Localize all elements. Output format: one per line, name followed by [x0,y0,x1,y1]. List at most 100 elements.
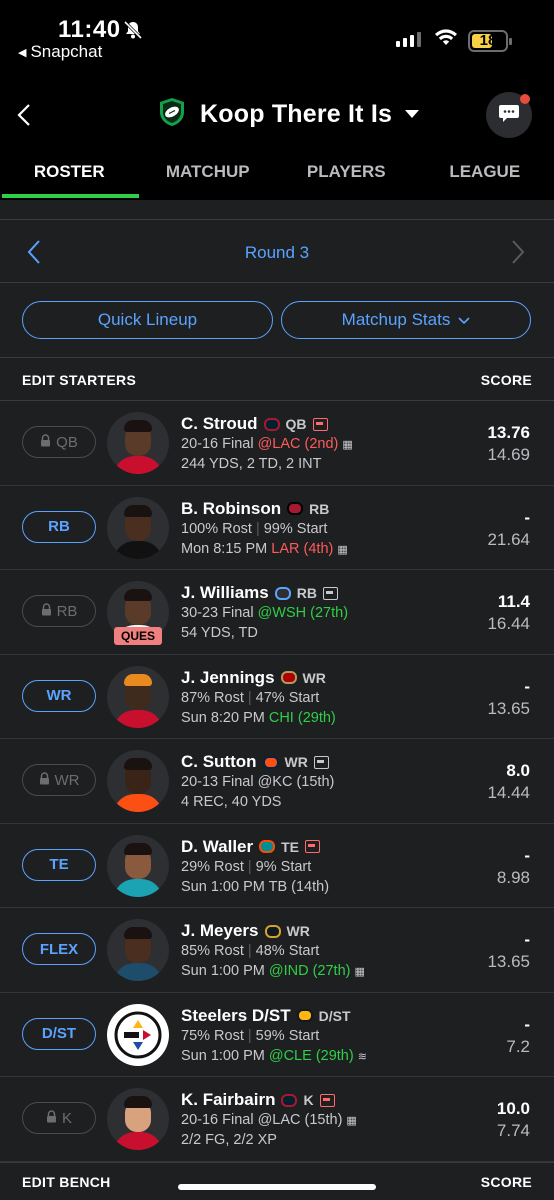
actual-score: 13.76 [487,423,530,442]
game-time: Mon 8:15 PM [181,540,268,557]
player-info-line: 87% Rost | 47% Start [181,690,319,706]
player-row[interactable]: WR J. Jennings WR 87% Rost | 47% Start Sun 8:2… [0,655,554,739]
player-name[interactable]: J. Meyers [181,921,259,941]
back-app-label: Snapchat [30,42,103,61]
next-round-chevron-icon[interactable] [510,239,526,270]
player-position: RB [296,585,317,601]
team-logo-icon [280,671,297,684]
slot-label: QB [56,433,78,451]
game-time: Sun 1:00 PM [181,878,265,895]
slot-k-button: K [22,1102,96,1134]
team-logo-icon [287,502,304,515]
back-to-app[interactable]: ◀ Snapchat [18,42,102,62]
tab-roster[interactable]: ROSTER [0,158,139,200]
player-name-line: J. Jennings WR [181,668,326,688]
actual-score: - [524,1014,530,1034]
score-column-title: SCORE [480,371,532,388]
player-info-line: 75% Rost | 59% Start [181,1028,319,1044]
player-name[interactable]: J. Jennings [181,668,275,688]
news-icon[interactable] [305,840,320,853]
slot-rb-button[interactable]: RB [22,510,96,543]
round-label[interactable]: Round 3 [0,243,554,263]
separator: | [247,858,252,875]
player-row[interactable]: D/ST Steelers D/ST D/ST 75% Rost | 59% Start S… [0,993,554,1077]
opponent: @LAC (15th) [257,1112,343,1128]
player-name-line: J. Meyers WR [181,921,310,941]
player-detail-line: 244 YDS, 2 TD, 2 INT [181,456,322,472]
player-detail-line: Sun 1:00 PM TB (14th) [181,879,329,895]
player-headshot[interactable] [107,1003,169,1066]
projected-score: 16.44 [487,614,530,633]
player-headshot[interactable] [107,496,169,559]
back-chevron-icon[interactable] [14,102,36,133]
game-result: 20-16 Final [181,1112,254,1128]
slot-dst-button[interactable]: D/ST [22,1017,96,1050]
starters-title: EDIT STARTERS [22,371,137,388]
player-headshot[interactable] [107,665,169,728]
player-position: RB [309,500,330,517]
player-detail-line: 2/2 FG, 2/2 XP [181,1132,277,1148]
quick-lineup-button[interactable]: Quick Lineup [22,301,273,339]
news-icon[interactable] [312,417,328,431]
slot-wr-button: WR [22,764,96,796]
player-row[interactable]: RB QUES J. Williams RB 30-23 Final @WSH (27t… [0,570,554,655]
tab-league[interactable]: LEAGUE [416,158,554,200]
stat-line: 4 REC, 40 YDS [181,794,282,810]
tab-bar: ROSTER MATCHUP PLAYERS LEAGUE [0,158,554,200]
league-selector[interactable]: Koop There It Is [156,96,420,133]
slot-flex-button[interactable]: FLEX [22,933,96,965]
separator: | [247,689,252,706]
player-row[interactable]: RB B. Robinson RB 100% Rost | 99% Start Mon 8:… [0,486,554,570]
battery-icon: 18 [468,30,512,52]
bench-title: EDIT BENCH [22,1173,111,1190]
player-name[interactable]: Steelers D/ST [181,1006,291,1026]
player-headshot[interactable] [107,919,169,981]
actual-score: 10.0 [496,1099,530,1118]
player-name[interactable]: K. Fairbairn [181,1090,275,1110]
notification-dot [520,94,530,104]
tab-matchup[interactable]: MATCHUP [139,158,278,200]
player-headshot[interactable] [107,412,169,474]
slot-te-button[interactable]: TE [22,848,96,881]
player-info-line: 100% Rost | 99% Start [181,521,327,537]
player-name[interactable]: D. Waller [181,837,253,857]
separator: | [247,1027,252,1044]
player-row[interactable]: WR C. Sutton WR 20-13 Final @KC (15th) 4 REC… [0,739,554,824]
player-name[interactable]: C. Sutton [181,752,257,772]
player-headshot[interactable] [107,750,169,812]
rostered-pct: 75% Rost [181,1027,244,1044]
app-header: Koop There It Is ROSTER MATCHUP PLAYERS … [0,70,554,200]
player-info-line: 20-16 Final @LAC (2nd) ▦ [181,436,353,452]
player-row[interactable]: QB C. Stroud QB 20-16 Final @LAC (2nd) ▦ 244 … [0,401,554,486]
started-pct: 99% Start [263,520,328,537]
started-pct: 47% Start [255,689,320,706]
news-icon[interactable] [319,1093,335,1107]
news-icon[interactable] [322,586,338,600]
team-logo-icon [263,417,280,431]
player-position: QB [285,416,307,432]
separator: | [247,943,252,959]
game-time: Sun 1:00 PM [181,963,265,979]
player-name[interactable]: B. Robinson [181,499,281,519]
tv-icon: ▦ [354,966,365,978]
player-info-line: 20-16 Final @LAC (15th) ▦ [181,1112,357,1128]
player-row[interactable]: FLEX J. Meyers WR 85% Rost | 48% Start Sun 1:0… [0,908,554,993]
player-name[interactable]: J. Williams [181,583,269,603]
rostered-pct: 100% Rost [181,520,252,537]
game-result: 20-13 Final [181,774,254,790]
tab-players[interactable]: PLAYERS [277,158,416,200]
opponent: TB (14th) [268,878,330,895]
projected-score: 14.69 [487,445,530,464]
tv-icon: ▦ [337,543,348,556]
chat-button[interactable] [486,92,532,138]
player-headshot[interactable] [107,834,169,897]
status-time: 11:40 [58,16,121,43]
divider [0,200,554,220]
slot-wr-button[interactable]: WR [22,679,96,712]
matchup-stats-button[interactable]: Matchup Stats [281,301,531,339]
player-row[interactable]: TE D. Waller TE 29% Rost | 9% Start Sun 1:00 P… [0,824,554,908]
player-row[interactable]: K K. Fairbairn K 20-16 Final @LAC (15th) ▦ 2/… [0,1077,554,1162]
news-icon[interactable] [313,755,329,769]
player-headshot[interactable] [107,1088,169,1150]
player-name[interactable]: C. Stroud [181,414,258,434]
